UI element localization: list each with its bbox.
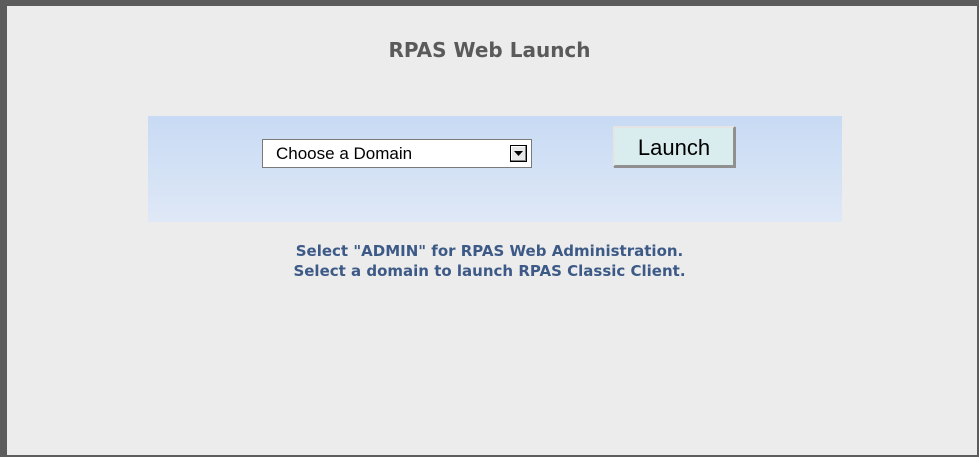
page-title: RPAS Web Launch — [388, 38, 591, 62]
domain-select[interactable]: Choose a Domain — [262, 139, 532, 168]
window-frame — [0, 0, 979, 457]
launch-button-label: Launch — [637, 135, 711, 160]
chevron-down-icon — [514, 151, 523, 156]
launch-button[interactable]: Launch — [613, 126, 735, 167]
launch-panel — [148, 116, 842, 222]
help-text-admin: Select "ADMIN" for RPAS Web Administrati… — [295, 242, 684, 260]
dropdown-button[interactable] — [510, 145, 527, 162]
domain-select-value: Choose a Domain — [276, 144, 413, 163]
help-text-domain: Select a domain to launch RPAS Classic C… — [293, 262, 686, 280]
